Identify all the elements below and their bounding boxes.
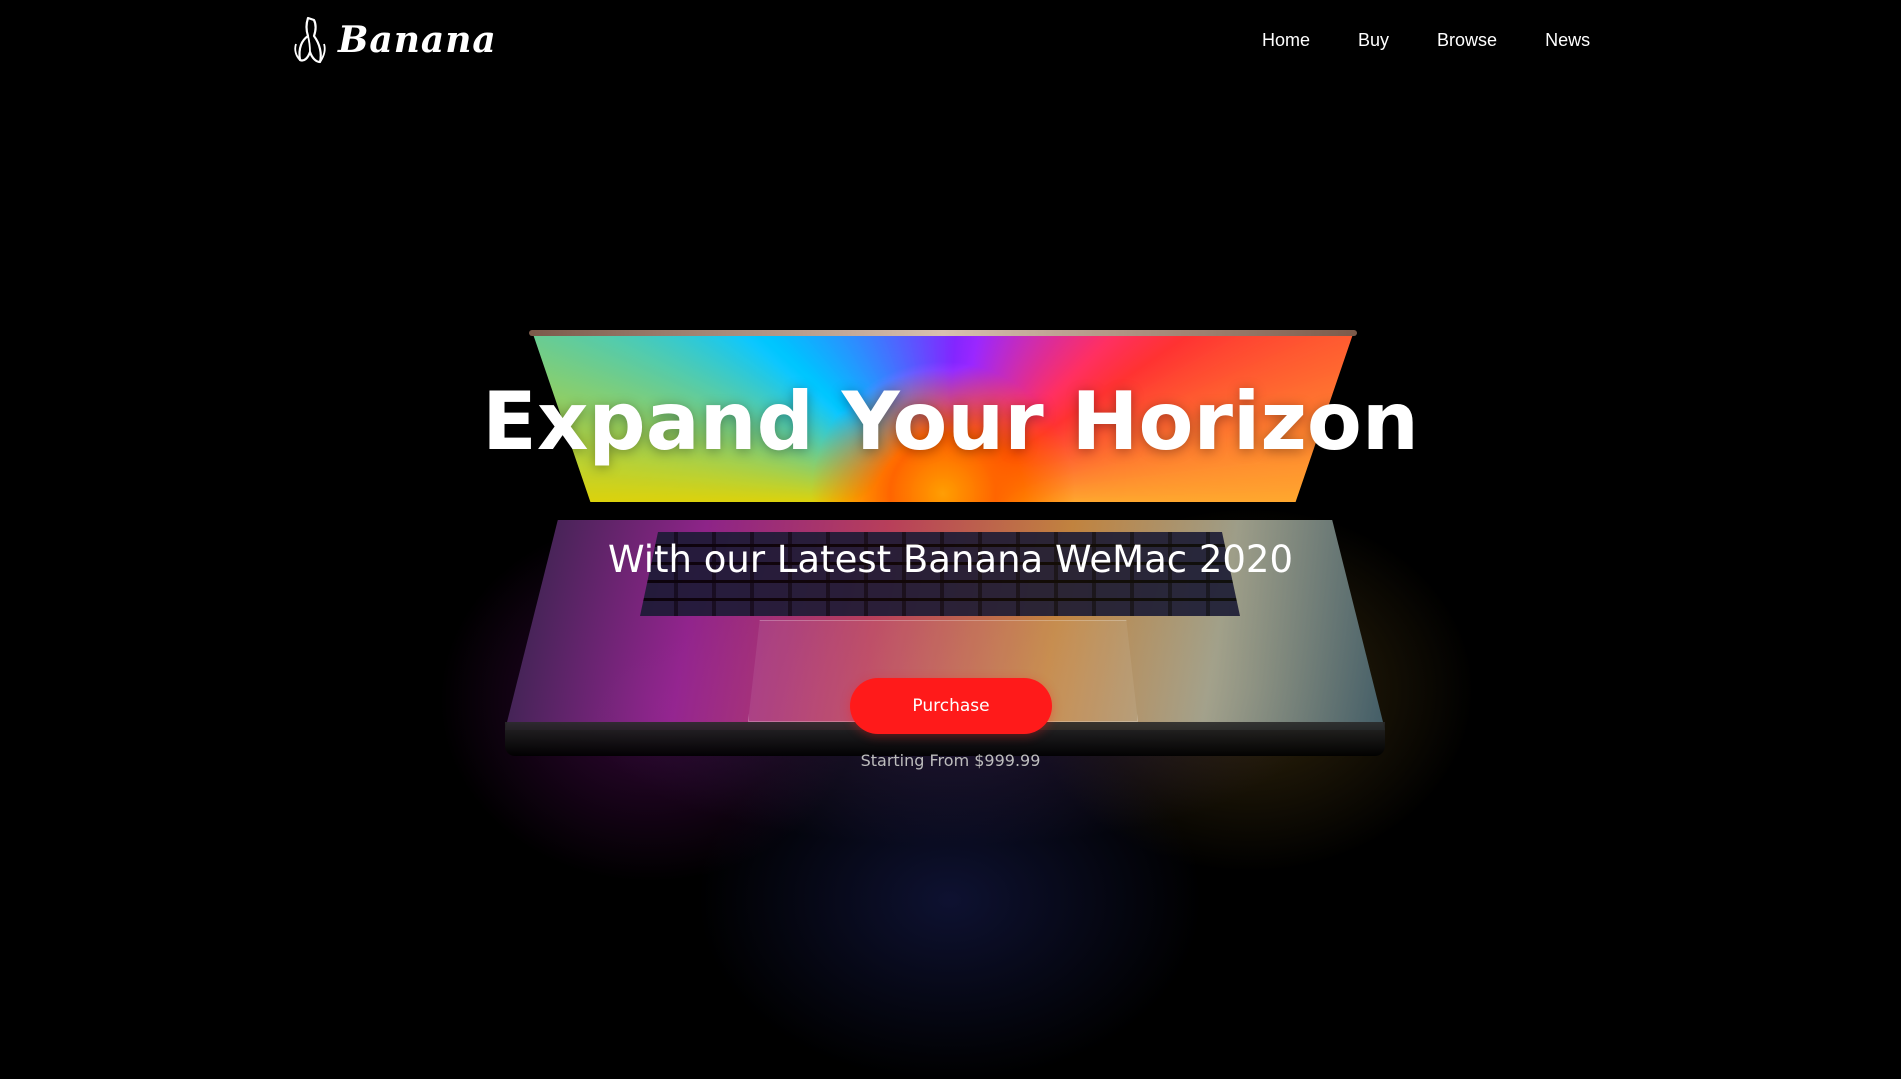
- top-navbar: Banana Home Buy Browse News: [0, 0, 1901, 90]
- nav-item-news[interactable]: News: [1545, 30, 1590, 51]
- nav-item-browse[interactable]: Browse: [1437, 30, 1497, 51]
- hero-section: Banana Home Buy Browse News Expand Your …: [0, 0, 1901, 1079]
- brand-name: Banana: [338, 19, 497, 61]
- purchase-button[interactable]: Purchase: [850, 678, 1052, 734]
- nav-item-buy[interactable]: Buy: [1358, 30, 1389, 51]
- nav-item-home[interactable]: Home: [1262, 30, 1310, 51]
- banana-icon: [294, 16, 326, 64]
- hero-headline: Expand Your Horizon: [482, 375, 1419, 468]
- hero-subheadline: With our Latest Banana WeMac 2020: [607, 538, 1294, 581]
- nav-links: Home Buy Browse News: [1262, 30, 1590, 51]
- brand-logo[interactable]: Banana: [288, 14, 497, 66]
- price-note: Starting From $999.99: [860, 751, 1041, 770]
- laptop-lid-edge: [529, 330, 1357, 336]
